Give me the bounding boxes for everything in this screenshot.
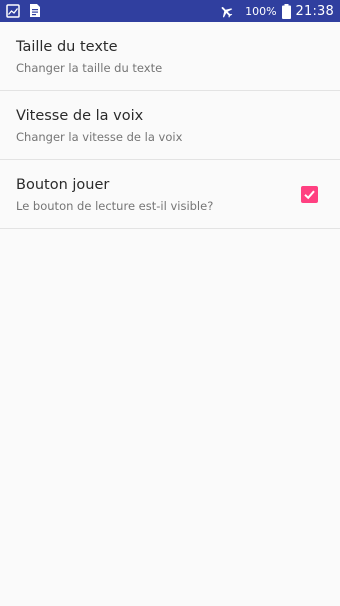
- image-notification-icon: [6, 3, 20, 22]
- battery-percentage: 100%: [245, 4, 277, 18]
- setting-text-size[interactable]: Taille du texte Changer la taille du tex…: [0, 22, 340, 91]
- setting-play-button[interactable]: Bouton jouer Le bouton de lecture est-il…: [0, 160, 340, 229]
- setting-title: Taille du texte: [16, 39, 118, 55]
- checkmark-icon: [304, 190, 315, 200]
- settings-list: Taille du texte Changer la taille du tex…: [0, 22, 340, 229]
- battery-icon: [281, 3, 291, 19]
- setting-voice-speed[interactable]: Vitesse de la voix Changer la vitesse de…: [0, 91, 340, 160]
- document-notification-icon: [28, 3, 42, 22]
- setting-summary: Le bouton de lecture est-il visible?: [16, 199, 214, 213]
- setting-summary: Changer la taille du texte: [16, 61, 163, 75]
- airplane-mode-icon: [219, 4, 234, 19]
- setting-summary: Changer la vitesse de la voix: [16, 130, 183, 144]
- notification-icons: [6, 3, 42, 22]
- clock: 21:38: [295, 3, 334, 19]
- system-icons: 100% 21:38: [219, 0, 334, 22]
- setting-title: Bouton jouer: [16, 177, 110, 193]
- play-button-checkbox[interactable]: [301, 186, 318, 203]
- setting-title: Vitesse de la voix: [16, 108, 144, 124]
- status-bar: 100% 21:38: [0, 0, 340, 22]
